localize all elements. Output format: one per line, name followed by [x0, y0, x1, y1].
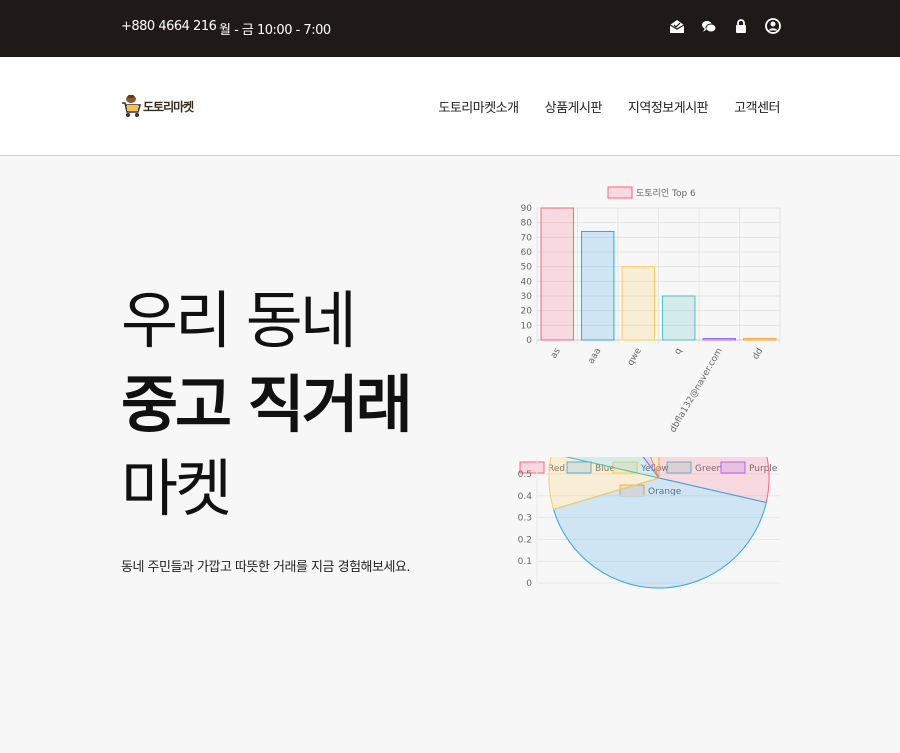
menu-item-support[interactable]: 고객센터 — [734, 97, 780, 116]
lock-icon[interactable] — [732, 17, 750, 35]
hero-section: 우리 동네 중고 직거래 마켓 동네 주민들과 가깝고 따뜻한 거래를 지금 경… — [0, 157, 900, 753]
y-tick-label: 60 — [521, 248, 533, 258]
hero-subtitle: 동네 주민들과 가깝고 따뜻한 거래를 지금 경험해보세요. — [121, 560, 411, 575]
y-tick-label: 80 — [521, 219, 533, 229]
bar — [621, 266, 655, 341]
menu-item-local-info[interactable]: 지역정보게시판 — [628, 97, 709, 116]
headline-line-3: 마켓 — [121, 452, 232, 525]
legend-label: 도토리인 Top 6 — [636, 188, 696, 199]
bar — [702, 338, 736, 341]
chat-icon[interactable] — [700, 17, 718, 35]
top6-bar-chart: 도토리인 Top 6 0 10 20 30 40 50 60 70 80 90 as aaa qwe qdb… — [521, 186, 781, 435]
y-tick-label: 0.5 — [518, 470, 532, 480]
logo[interactable]: 도토리마켓 — [121, 93, 194, 119]
y-tick-label: 0.6 — [518, 457, 533, 458]
y-tick-label: 70 — [521, 233, 533, 243]
y-tick-label: 0.4 — [518, 492, 533, 502]
y-tick-label: 0.3 — [518, 514, 532, 524]
y-tick-label: 0 — [526, 336, 532, 346]
y-tick-label: 0.2 — [518, 535, 532, 545]
x-tick-label: as — [549, 346, 563, 360]
y-tick-label: 40 — [521, 277, 533, 287]
phone-number: +880 4664 216 — [121, 19, 217, 34]
business-hours: 월 - 금 10:00 - 7:00 — [219, 23, 331, 38]
top-bar: +880 4664 216 월 - 금 10:00 - 7:00 — [0, 0, 900, 57]
x-tick-label: q — [673, 347, 685, 357]
x-tick-label: qwe — [626, 346, 644, 368]
mail-open-icon[interactable] — [668, 17, 686, 35]
navbar: 도토리마켓 도토리마켓소개 상품게시판 지역정보게시판 고객센터 — [0, 57, 900, 156]
y-tick-label: 0.1 — [518, 557, 532, 567]
top-icons — [668, 17, 782, 35]
cart-logo-icon — [122, 95, 141, 117]
x-tick-label: aaa — [586, 347, 603, 366]
x-tick-label: dd — [751, 347, 765, 362]
main-menu: 도토리마켓소개 상품게시판 지역정보게시판 고객센터 — [438, 97, 780, 116]
category-pie-chart: RedBlueYellowGreenPurpleOrange00.10.20.3… — [518, 457, 780, 589]
menu-item-products[interactable]: 상품게시판 — [545, 97, 603, 116]
y-tick-label: 50 — [521, 263, 533, 273]
bar — [581, 230, 615, 341]
user-icon[interactable] — [764, 17, 782, 35]
headline-line-2: 중고 직거래 — [121, 368, 413, 441]
x-tick-label: dbfla132@naver.com — [668, 347, 725, 435]
y-tick-label: 10 — [521, 321, 533, 331]
bar — [662, 295, 696, 341]
bar — [743, 338, 777, 341]
y-tick-label: 30 — [521, 292, 533, 302]
logo-text: 도토리마켓 — [143, 99, 194, 114]
y-tick-label: 20 — [521, 307, 533, 317]
hero-headline: 우리 동네 중고 직거래 마켓 — [121, 279, 413, 531]
bar — [540, 207, 574, 341]
legend-swatch — [607, 186, 633, 199]
y-tick-label: 90 — [521, 204, 533, 214]
y-tick-label: 0 — [526, 579, 532, 589]
headline-line-1: 우리 동네 — [121, 284, 357, 357]
menu-item-about[interactable]: 도토리마켓소개 — [438, 97, 519, 116]
